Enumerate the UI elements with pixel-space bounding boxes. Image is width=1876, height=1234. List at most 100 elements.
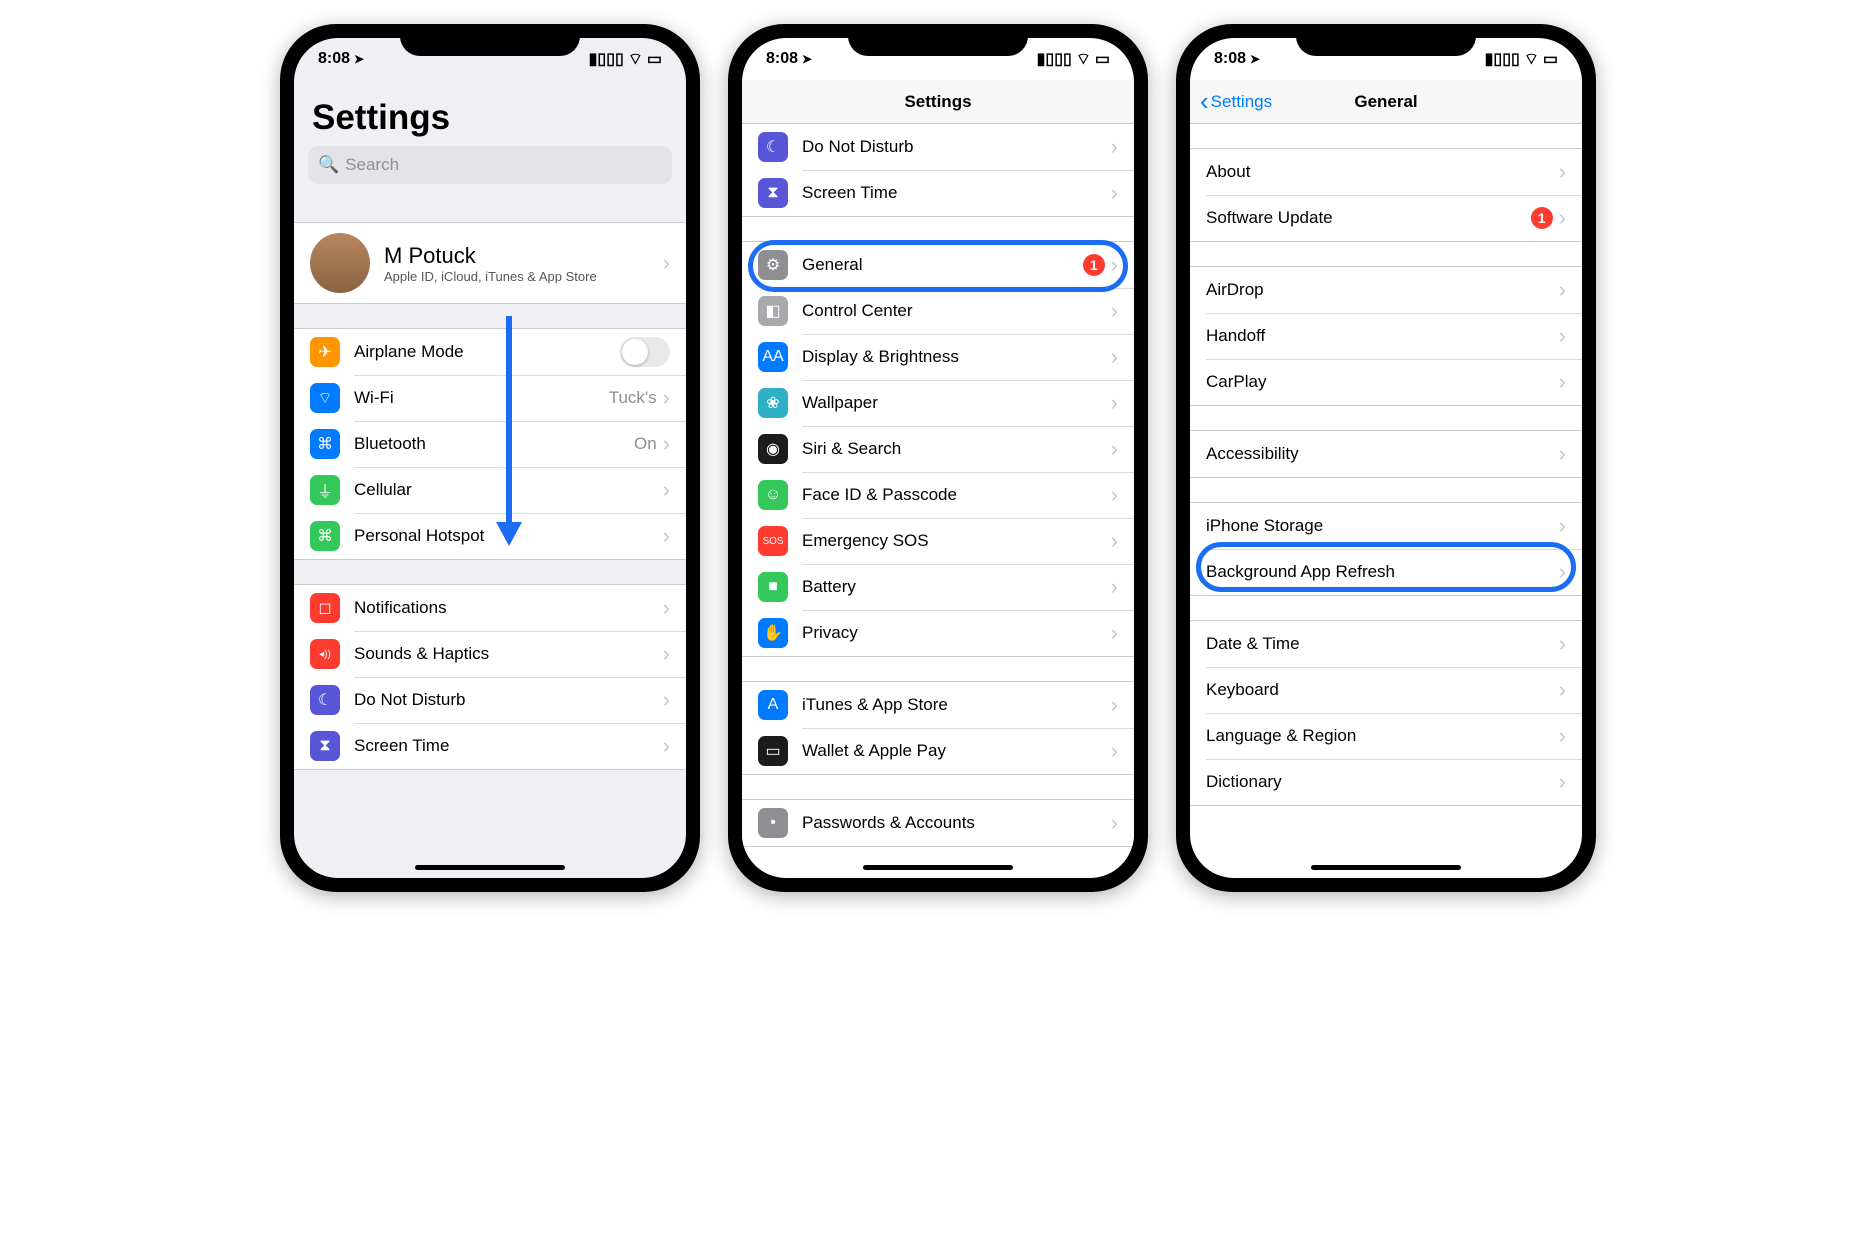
list-item[interactable]: Software Update1 › xyxy=(1190,195,1582,241)
dnd-icon: ☾ xyxy=(758,132,788,162)
list-item[interactable]: iPhone Storage› xyxy=(1190,503,1582,549)
wallpaper-icon: ❀ xyxy=(758,388,788,418)
row-label: Wallet & Apple Pay xyxy=(802,741,1111,761)
battery-icon: ■ xyxy=(758,572,788,602)
chevron-right-icon: › xyxy=(1111,134,1118,160)
list-item[interactable]: ◻Notifications› xyxy=(294,585,686,631)
list-item[interactable]: Language & Region› xyxy=(1190,713,1582,759)
status-bar: 8:08➤ ▮▯▯▯⌔▭ xyxy=(1190,38,1582,80)
notification-badge: 1 xyxy=(1531,207,1553,229)
faceid-icon: ☺ xyxy=(758,480,788,510)
location-icon: ➤ xyxy=(354,52,364,66)
list-item[interactable]: AirDrop› xyxy=(1190,267,1582,313)
chevron-right-icon: › xyxy=(663,385,670,411)
list-item[interactable]: Background App Refresh› xyxy=(1190,549,1582,595)
sounds-icon: ◂)) xyxy=(310,639,340,669)
general-icon: ⚙ xyxy=(758,250,788,280)
chevron-right-icon: › xyxy=(663,431,670,457)
row-label: Notifications xyxy=(354,598,663,618)
page-title: Settings xyxy=(294,80,686,146)
list-item[interactable]: ☺Face ID & Passcode› xyxy=(742,472,1134,518)
hotspot-icon: ⌘ xyxy=(310,521,340,551)
list-item[interactable]: ✈ Airplane Mode xyxy=(294,329,686,375)
appstore-icon: A xyxy=(758,690,788,720)
chevron-right-icon: › xyxy=(1111,528,1118,554)
notification-badge: 1 xyxy=(1083,254,1105,276)
list-item[interactable]: ◂))Sounds & Haptics› xyxy=(294,631,686,677)
list-item[interactable]: ▭Wallet & Apple Pay› xyxy=(742,728,1134,774)
list-item[interactable]: ◧Control Center› xyxy=(742,288,1134,334)
settings-list[interactable]: ☾Do Not Disturb›⧗Screen Time› ⚙ General1 ›… xyxy=(742,124,1134,878)
list-item[interactable]: Accessibility› xyxy=(1190,431,1582,477)
chevron-right-icon: › xyxy=(1111,692,1118,718)
home-indicator[interactable] xyxy=(863,865,1013,870)
row-label: Software Update xyxy=(1206,208,1531,228)
list-item[interactable]: ◉Siri & Search› xyxy=(742,426,1134,472)
phone-frame-1: 8:08➤ ▮▯▯▯ ⌔ ▭ Settings 🔍 Search M Potuc… xyxy=(280,24,700,892)
list-item[interactable]: ✋Privacy› xyxy=(742,610,1134,656)
profile-row[interactable]: M Potuck Apple ID, iCloud, iTunes & App … xyxy=(294,223,686,303)
sos-icon: SOS xyxy=(758,526,788,556)
list-item[interactable]: ☾Do Not Disturb› xyxy=(294,677,686,723)
list-item[interactable]: About› xyxy=(1190,149,1582,195)
chevron-right-icon: › xyxy=(1111,482,1118,508)
back-button[interactable]: ‹Settings xyxy=(1200,86,1272,117)
list-item[interactable]: ⚙General1› xyxy=(742,242,1134,288)
nav-bar: ‹Settings General xyxy=(1190,80,1582,124)
chevron-right-icon: › xyxy=(1559,369,1566,395)
list-item[interactable]: ⌘Personal Hotspot› xyxy=(294,513,686,559)
avatar xyxy=(310,233,370,293)
row-label: Emergency SOS xyxy=(802,531,1111,551)
row-label: Background App Refresh xyxy=(1206,562,1559,582)
list-item[interactable]: ■Battery› xyxy=(742,564,1134,610)
home-indicator[interactable] xyxy=(1311,865,1461,870)
battery-icon: ▭ xyxy=(647,49,662,69)
nav-bar: Settings xyxy=(742,80,1134,124)
list-item[interactable]: ⧗Screen Time› xyxy=(742,170,1134,216)
chevron-right-icon: › xyxy=(663,523,670,549)
general-list[interactable]: About› Software Update1 › AirDrop›Handoff›… xyxy=(1190,124,1582,878)
list-item[interactable]: •Passwords & Accounts› xyxy=(742,800,1134,846)
airplane-icon: ✈ xyxy=(310,337,340,367)
list-item[interactable]: Dictionary› xyxy=(1190,759,1582,805)
chevron-right-icon: › xyxy=(1111,738,1118,764)
list-item[interactable]: ⏚Cellular› xyxy=(294,467,686,513)
chevron-right-icon: › xyxy=(1559,205,1566,231)
list-item[interactable]: CarPlay› xyxy=(1190,359,1582,405)
row-label: iPhone Storage xyxy=(1206,516,1559,536)
chevron-right-icon: › xyxy=(663,733,670,759)
chevron-right-icon: › xyxy=(1111,810,1118,836)
display-icon: AA xyxy=(758,342,788,372)
list-item[interactable]: Handoff› xyxy=(1190,313,1582,359)
list-item[interactable]: Date & Time› xyxy=(1190,621,1582,667)
list-item[interactable]: ☾Do Not Disturb› xyxy=(742,124,1134,170)
list-item[interactable]: ❀Wallpaper› xyxy=(742,380,1134,426)
status-time: 8:08 xyxy=(318,50,350,68)
list-item[interactable]: ⌘BluetoothOn› xyxy=(294,421,686,467)
list-item[interactable]: AADisplay & Brightness› xyxy=(742,334,1134,380)
row-label: Accessibility xyxy=(1206,444,1559,464)
settings-list[interactable]: M Potuck Apple ID, iCloud, iTunes & App … xyxy=(294,198,686,878)
profile-subtitle: Apple ID, iCloud, iTunes & App Store xyxy=(384,269,663,284)
list-item[interactable]: SOS Emergency SOS› xyxy=(742,518,1134,564)
wifi-icon: ⌔ xyxy=(1076,49,1091,69)
wifi-icon: ⌔ xyxy=(1524,49,1539,69)
settings-group-notifications: ◻Notifications›◂))Sounds & Haptics›☾Do N… xyxy=(294,584,686,770)
group-accessibility: Accessibility› xyxy=(1190,430,1582,478)
row-label: General xyxy=(802,255,1083,275)
wifi-icon: ⌔ xyxy=(628,49,643,69)
location-icon: ➤ xyxy=(1250,52,1260,66)
group-about: About› Software Update1 › xyxy=(1190,148,1582,242)
screen-settings-root: 8:08➤ ▮▯▯▯ ⌔ ▭ Settings 🔍 Search M Potuc… xyxy=(294,38,686,878)
list-item[interactable]: ⧗Screen Time› xyxy=(294,723,686,769)
chevron-left-icon: ‹ xyxy=(1200,86,1209,117)
search-input[interactable]: 🔍 Search xyxy=(308,146,672,184)
home-indicator[interactable] xyxy=(415,865,565,870)
chevron-right-icon: › xyxy=(1559,513,1566,539)
toggle-switch[interactable] xyxy=(620,337,670,367)
list-item[interactable]: AiTunes & App Store› xyxy=(742,682,1134,728)
list-item[interactable]: Keyboard› xyxy=(1190,667,1582,713)
list-item[interactable]: ⌔Wi-FiTuck's› xyxy=(294,375,686,421)
row-label: Airplane Mode xyxy=(354,342,620,362)
location-icon: ➤ xyxy=(802,52,812,66)
